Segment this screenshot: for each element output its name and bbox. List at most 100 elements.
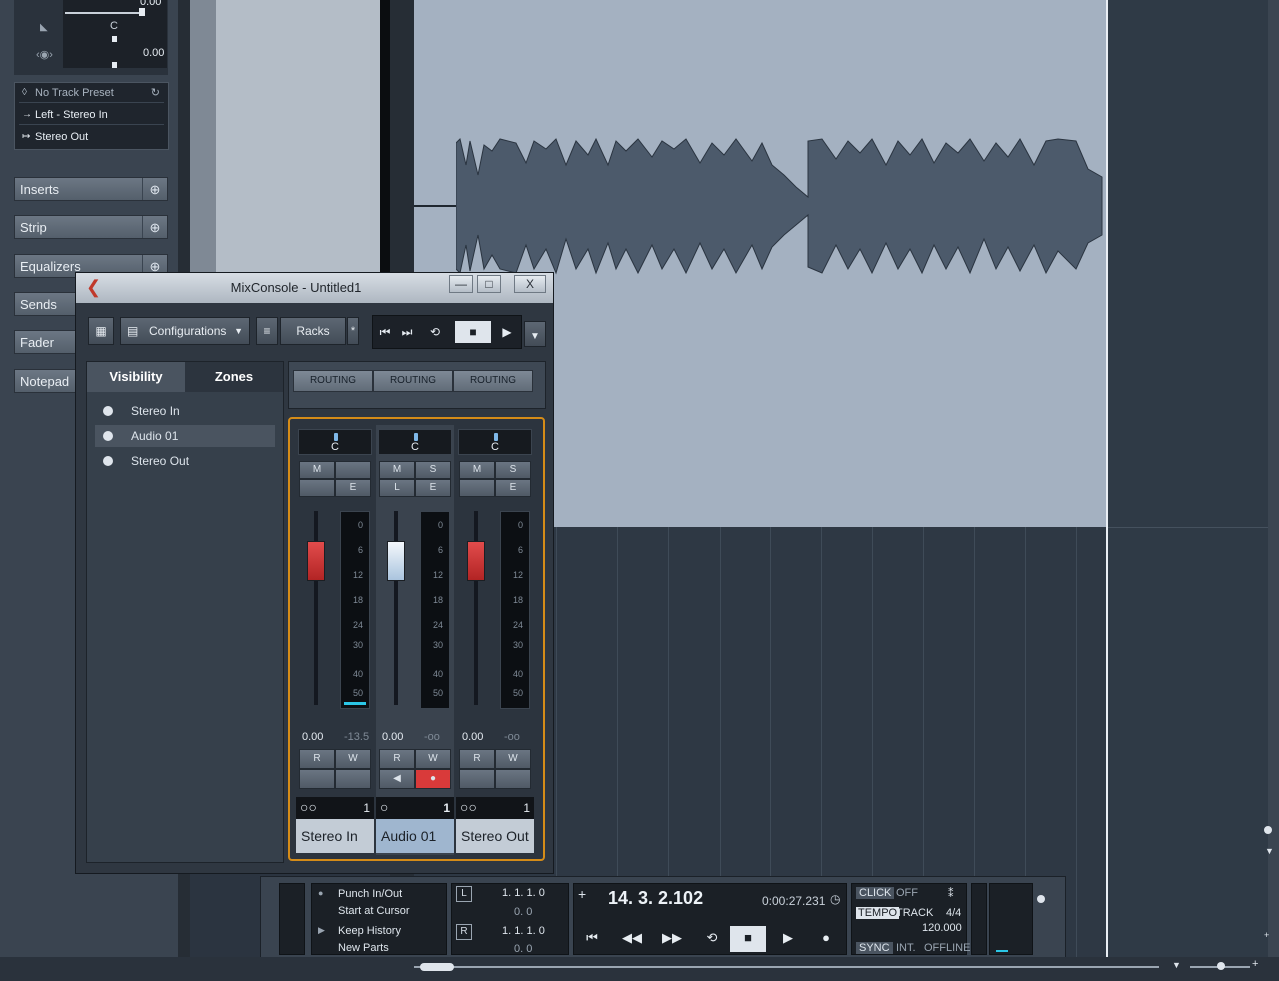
maximize-button[interactable]: □: [477, 275, 501, 293]
racks-menu-button[interactable]: ≡: [256, 317, 278, 345]
add-icon[interactable]: +: [578, 886, 586, 902]
refresh-icon[interactable]: ↻: [151, 83, 160, 103]
volume-fader[interactable]: [387, 541, 405, 581]
racks-star-button[interactable]: *: [347, 317, 359, 345]
visibility-toggle-icon[interactable]: [103, 431, 113, 441]
zoom-in-icon[interactable]: +: [1252, 958, 1258, 970]
inspector-section-fader[interactable]: Fader: [14, 330, 76, 354]
stop-icon[interactable]: ■: [730, 926, 766, 952]
volume-fader[interactable]: [307, 541, 325, 581]
pan-control[interactable]: C: [378, 429, 452, 455]
strip-pin-icon[interactable]: ⊕: [142, 216, 167, 238]
right-locator-value[interactable]: 1. 1. 1. 0: [502, 925, 545, 937]
tempo-button[interactable]: TEMPO: [856, 907, 900, 919]
history-mode[interactable]: Keep History: [338, 925, 401, 937]
listen-button[interactable]: [299, 479, 335, 497]
routing-button[interactable]: ROUTING: [373, 370, 453, 392]
channel-name[interactable]: Audio 01: [376, 819, 454, 853]
tempo-mode[interactable]: TRACK: [896, 907, 933, 919]
pan-control[interactable]: C: [298, 429, 372, 455]
peak-value[interactable]: -oo: [424, 731, 440, 743]
click-state[interactable]: OFF: [896, 887, 918, 899]
vertical-scrollbar[interactable]: [1268, 0, 1279, 981]
zoom-down-icon[interactable]: ▼: [1265, 846, 1274, 856]
fader-value[interactable]: 0.00: [462, 731, 483, 743]
write-button[interactable]: W: [335, 749, 371, 769]
sync-state[interactable]: OFFLINE: [924, 942, 970, 954]
play-icon[interactable]: ▶: [495, 321, 519, 343]
visibility-item[interactable]: Stereo In: [95, 400, 275, 422]
goto-start-icon[interactable]: ⏮: [574, 926, 610, 952]
write-button[interactable]: W: [415, 749, 451, 769]
left-locator-icon[interactable]: L: [456, 886, 472, 902]
parts-mode[interactable]: New Parts: [338, 942, 389, 954]
play-icon[interactable]: ▶: [770, 926, 806, 952]
listen-button[interactable]: [459, 479, 495, 497]
stop-icon[interactable]: ■: [455, 321, 491, 343]
fader-value[interactable]: 0.00: [302, 731, 323, 743]
pan-control[interactable]: C: [458, 429, 532, 455]
cycle-icon[interactable]: ⟲: [421, 321, 449, 343]
read-button[interactable]: R: [459, 749, 495, 769]
goto-end-icon[interactable]: ⏭: [395, 321, 419, 343]
solo-button[interactable]: S: [495, 461, 531, 479]
track-preset-row[interactable]: ◊ No Track Preset ↻: [19, 83, 164, 103]
horizontal-zoom-handle[interactable]: [1217, 962, 1225, 970]
close-button[interactable]: X: [514, 275, 546, 293]
visibility-item[interactable]: Audio 01: [95, 425, 275, 447]
layout-button[interactable]: ▦: [88, 317, 114, 345]
slider-handle-2[interactable]: [112, 62, 117, 68]
output-routing-row[interactable]: ↦ Stereo Out: [19, 127, 164, 147]
zoom-plus-icon[interactable]: +: [1264, 930, 1269, 940]
horizontal-scrollbar[interactable]: [414, 966, 1159, 968]
read-button[interactable]: R: [379, 749, 415, 769]
solo-button[interactable]: [335, 461, 371, 479]
volume-slider-handle[interactable]: [139, 8, 145, 16]
record-icon[interactable]: ●: [808, 926, 844, 952]
mute-button[interactable]: M: [299, 461, 335, 479]
start-mode[interactable]: Start at Cursor: [338, 905, 410, 917]
left-locator-sub[interactable]: 0. 0: [514, 906, 532, 918]
channel-name[interactable]: Stereo Out: [456, 819, 534, 853]
record-enable-button[interactable]: ●: [415, 769, 451, 789]
sync-button[interactable]: SYNC: [856, 942, 893, 954]
inspector-section-notepad[interactable]: Notepad: [14, 369, 76, 393]
edit-button[interactable]: E: [335, 479, 371, 497]
channel-header[interactable]: ○ 1: [376, 797, 454, 819]
insert-pin-icon[interactable]: ⊕: [142, 178, 167, 200]
channel-header[interactable]: ○○ 1: [296, 797, 374, 819]
monitor-button[interactable]: [299, 769, 335, 789]
right-locator-sub[interactable]: 0. 0: [514, 943, 532, 955]
pan-slider-handle[interactable]: [112, 36, 117, 42]
metronome-icon[interactable]: ⁑: [948, 887, 954, 900]
visibility-item[interactable]: Stereo Out: [95, 450, 275, 472]
audio-waveform[interactable]: [456, 135, 1106, 277]
monitor-button[interactable]: [459, 769, 495, 789]
click-button[interactable]: CLICK: [856, 887, 895, 899]
volume-slider-line[interactable]: [65, 12, 145, 14]
channel-name[interactable]: Stereo In: [296, 819, 374, 853]
routing-button[interactable]: ROUTING: [453, 370, 533, 392]
output-level-handle[interactable]: [1037, 895, 1045, 903]
rewind-icon[interactable]: ◀◀: [614, 926, 650, 952]
mixconsole-titlebar[interactable]: ❮ MixConsole - Untitled1 — □ X: [76, 273, 553, 303]
horizontal-scroll-thumb[interactable]: [420, 963, 454, 971]
visibility-toggle-icon[interactable]: [103, 406, 113, 416]
inspector-section-sends[interactable]: Sends: [14, 292, 76, 316]
tempo-value[interactable]: 120.000: [922, 922, 962, 934]
fader-value[interactable]: 0.00: [382, 731, 403, 743]
tab-zones[interactable]: Zones: [185, 362, 283, 392]
write-button[interactable]: W: [495, 749, 531, 769]
record-enable-button[interactable]: [495, 769, 531, 789]
record-enable-button[interactable]: [335, 769, 371, 789]
forward-icon[interactable]: ▶▶: [654, 926, 690, 952]
left-locator-value[interactable]: 1. 1. 1. 0: [502, 887, 545, 899]
inspector-section-inserts[interactable]: Inserts ⊕: [14, 177, 168, 201]
volume-fader[interactable]: [467, 541, 485, 581]
edit-button[interactable]: E: [495, 479, 531, 497]
peak-value[interactable]: -13.5: [344, 731, 369, 743]
edit-button[interactable]: E: [415, 479, 451, 497]
zoom-handle[interactable]: [1264, 826, 1272, 834]
position-bars[interactable]: 14. 3. 2.102: [608, 888, 703, 909]
input-routing-row[interactable]: → Left - Stereo In: [19, 105, 164, 125]
